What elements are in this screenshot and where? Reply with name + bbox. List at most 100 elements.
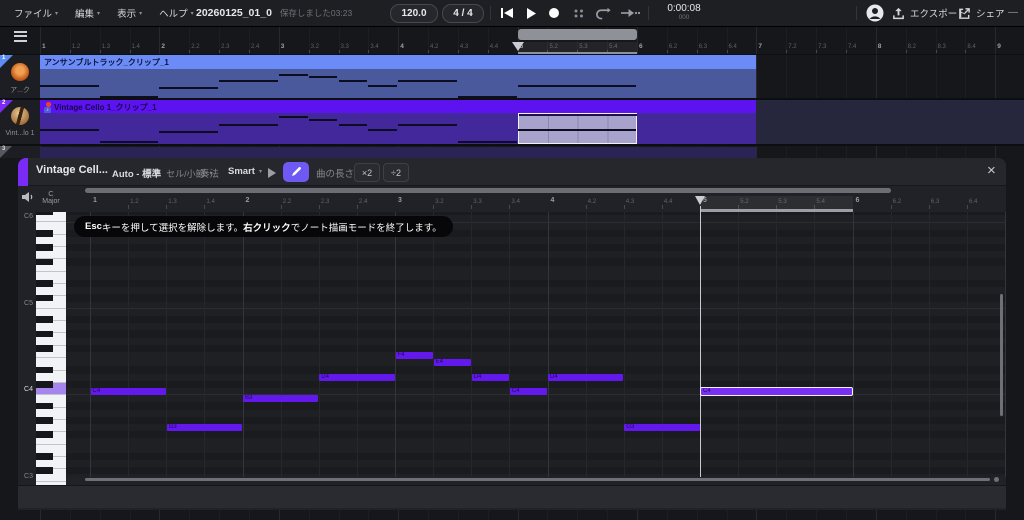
minimap-note [279, 116, 308, 118]
piano-key-black[interactable] [36, 212, 53, 215]
smart-value: Smart [228, 166, 255, 177]
pr-ruler-tick [166, 205, 167, 209]
midi-note[interactable]: D4 [472, 374, 509, 381]
tempo-display[interactable]: 120.0 [390, 4, 438, 23]
track-label: Vint...lo 1 [0, 130, 40, 137]
pr-ruler-bar-label: 2 [246, 197, 250, 204]
track-header-3[interactable]: 3 [0, 146, 40, 158]
note-grid[interactable] [66, 212, 1006, 477]
speaker-icon[interactable] [21, 191, 35, 203]
chevron-down-icon: ▾ [97, 10, 100, 17]
piano-keyboard[interactable] [36, 212, 66, 486]
skip-back-button[interactable] [500, 7, 514, 19]
song-key-root: C [36, 189, 66, 198]
piano-key-black[interactable] [36, 316, 53, 323]
region-top-line [519, 114, 637, 116]
close-editor-button[interactable]: × [987, 161, 996, 181]
piano-key-black[interactable] [36, 467, 53, 474]
piano-key-black[interactable] [36, 417, 53, 424]
dots-grid-icon[interactable] [572, 7, 585, 19]
piano-key-black[interactable] [36, 403, 53, 410]
track-header-1[interactable]: 1 ア...ク [0, 55, 40, 98]
length-halve-button[interactable]: ÷2 [383, 163, 409, 182]
articulation-label[interactable]: 奏法 [200, 166, 219, 180]
midi-note[interactable]: C4 [91, 388, 166, 395]
pr-ruler-beat-label: 3.2 [435, 198, 444, 205]
scrollbar-end-dot[interactable] [994, 477, 999, 482]
app-menus: ファイル▾編集▾表示▾ヘルプ▾ [14, 0, 194, 26]
piano-key-black[interactable] [36, 345, 53, 352]
ruler-tick [906, 50, 907, 53]
horizontal-scrollbar-top[interactable] [85, 188, 891, 193]
tooltip-rightclick: 右クリック [243, 220, 291, 234]
menu-編集[interactable]: 編集▾ [75, 6, 100, 20]
grid-row-black [66, 212, 1006, 215]
time-signature-display[interactable]: 4 / 4 [442, 4, 484, 23]
clip-vintage-cello[interactable]: Vintage Cello 1_クリップ_1 ♪ [40, 100, 756, 144]
pr-ruler-bar-label: 1 [93, 197, 97, 204]
track-instrument-icon[interactable] [11, 63, 29, 81]
length-double-button[interactable]: ×2 [354, 163, 380, 182]
piano-key-black[interactable] [36, 280, 53, 287]
export-button[interactable]: エクスポート [892, 0, 967, 26]
minimize-button[interactable]: — [1008, 7, 1018, 18]
menu-表示[interactable]: 表示▾ [117, 6, 142, 20]
piano-key-black[interactable] [36, 381, 53, 388]
cursor-tool-button[interactable] [266, 166, 278, 179]
project-title[interactable]: 20260125_01_0 [196, 7, 272, 19]
pencil-tool-button[interactable] [283, 162, 309, 182]
minimap-note [339, 80, 368, 82]
midi-note[interactable]: E4 [434, 359, 471, 366]
vertical-scrollbar[interactable] [1000, 294, 1004, 416]
grid-row-black [66, 402, 1006, 409]
time-display[interactable]: 0:00:08 000 [658, 3, 710, 21]
track-instrument-icon[interactable] [11, 107, 29, 125]
piano-key-black[interactable] [36, 295, 53, 302]
midi-note[interactable]: G3 [167, 424, 242, 431]
midi-note[interactable]: G3 [624, 424, 699, 431]
track-number: 2 [2, 100, 5, 106]
midi-note[interactable]: B3 [243, 395, 318, 402]
grid-line [586, 212, 587, 477]
playhead-marker[interactable] [512, 42, 524, 51]
pr-playhead-marker[interactable] [695, 196, 705, 205]
piano-key-black[interactable] [36, 230, 53, 237]
ruler-tick [727, 50, 728, 53]
avatar[interactable] [866, 4, 884, 22]
piano-key-black[interactable] [36, 259, 53, 266]
piano-key-black[interactable] [36, 367, 53, 374]
share-button[interactable]: シェア [958, 0, 1005, 26]
record-button[interactable] [549, 8, 559, 18]
piano-key-black[interactable] [36, 244, 53, 251]
ruler-beat-label: 1.4 [132, 44, 140, 50]
midi-note-selected[interactable]: C4 [700, 387, 853, 397]
menu-label: ファイル [14, 6, 52, 20]
controller-lane[interactable] [18, 485, 1006, 508]
menu-ヘルプ[interactable]: ヘルプ▾ [159, 6, 194, 20]
midi-note[interactable]: C4 [510, 388, 547, 395]
quantize-control[interactable]: Auto - 標準 セル/小節 ▾ [112, 166, 213, 180]
loop-button[interactable] [594, 6, 611, 20]
horizontal-scrollbar-bottom[interactable] [85, 478, 990, 482]
track-separator [0, 144, 1024, 146]
smart-control[interactable]: Smart ▾ [228, 166, 262, 177]
ruler-beat-label: 1.2 [72, 44, 80, 50]
grid-row-black [66, 431, 1006, 438]
clip-ensemble-track[interactable]: アンサンブルトラック_クリップ_1 [40, 55, 756, 98]
midi-note[interactable]: F4 [396, 352, 433, 359]
menu-ファイル[interactable]: ファイル▾ [14, 6, 58, 20]
loop-region-bar[interactable] [518, 29, 637, 40]
pr-ruler-beat-label: 1.2 [130, 198, 139, 205]
piano-key-black[interactable] [36, 331, 53, 338]
hamburger-menu-icon[interactable] [14, 31, 27, 43]
midi-note[interactable]: D4 [319, 374, 394, 381]
time-sub: 000 [658, 14, 710, 21]
record-indicator-icon [46, 102, 51, 107]
piano-key-black[interactable] [36, 453, 53, 460]
piano-key-black[interactable] [36, 431, 53, 438]
daw-app: 11.21.31.422.22.32.433.23.33.444.24.34.4… [0, 0, 1024, 520]
play-button[interactable] [524, 6, 537, 20]
track-header-2[interactable]: 2 Vint...lo 1 [0, 100, 40, 144]
follow-playhead-button[interactable] [620, 8, 640, 18]
midi-note[interactable]: D4 [548, 374, 623, 381]
